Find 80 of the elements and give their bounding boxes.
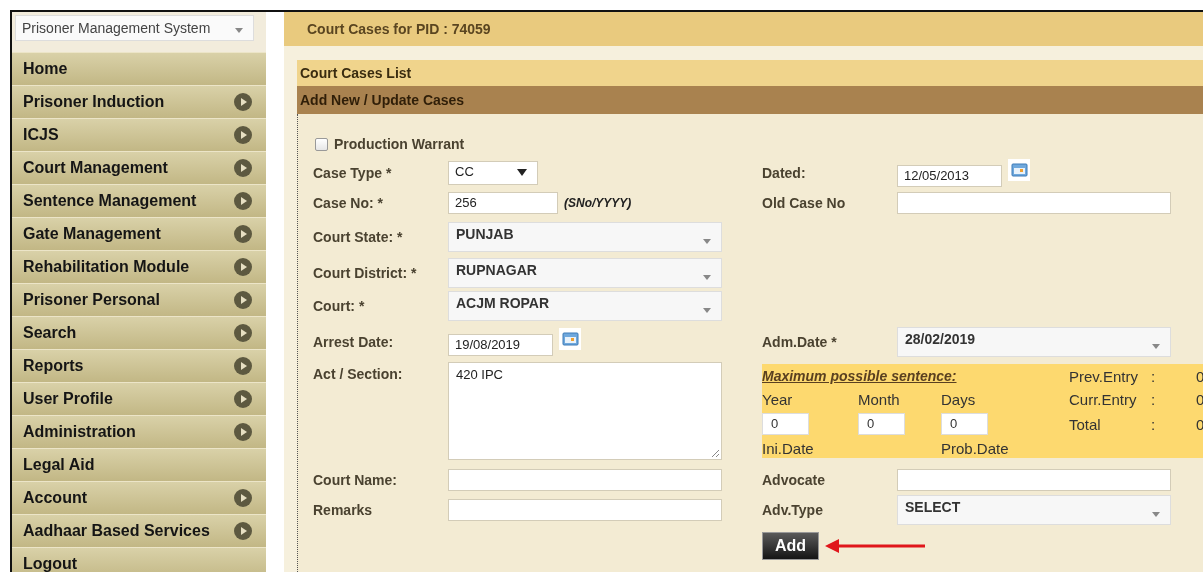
text-field[interactable]: [448, 499, 722, 521]
entry-label: Total: [1069, 415, 1102, 433]
menu-item[interactable]: Legal Aid: [12, 448, 266, 481]
sentence-title: Maximum possible sentence:: [762, 368, 958, 384]
caret-icon: [235, 28, 243, 33]
field-label: Old Case No: [762, 195, 847, 211]
field-label: Court: *: [313, 297, 366, 314]
entry-label: Prev.Entry: [1069, 367, 1139, 385]
select-field[interactable]: ACJM ROPAR: [448, 290, 722, 321]
menu-item[interactable]: Home: [12, 52, 266, 85]
caret-icon: [1152, 512, 1160, 517]
text-field[interactable]: [897, 469, 1171, 491]
date-label: Prob.Date: [941, 439, 1010, 457]
add-button[interactable]: Add: [762, 532, 819, 560]
entry-value: 0: [1196, 390, 1203, 408]
field-label: Adm.Date *: [762, 334, 838, 350]
menu-item[interactable]: User Profile: [12, 382, 266, 415]
field-label: Adv.Type: [762, 502, 824, 518]
menu-item[interactable]: Rehabilitation Module: [12, 250, 266, 283]
menu-item[interactable]: Prisoner Personal: [12, 283, 266, 316]
menu-item[interactable]: Prisoner Induction: [12, 85, 266, 118]
date-field[interactable]: 19/08/2019: [448, 334, 553, 356]
entry-separator: :: [1151, 367, 1157, 385]
duration-field[interactable]: 0: [858, 413, 905, 435]
select-field[interactable]: SELECT: [897, 495, 1171, 525]
field-label: Court District: *: [313, 264, 418, 281]
format-hint: (SNo/YYYY): [564, 196, 632, 210]
case-type-dropdown[interactable]: CC: [448, 160, 538, 185]
caret-icon: [517, 168, 527, 176]
date-label: Ini.Date: [762, 439, 815, 457]
entry-value: 0: [1196, 367, 1203, 385]
checkbox[interactable]: [315, 137, 328, 151]
text-field[interactable]: [897, 192, 1171, 214]
date-field[interactable]: 12/05/2013: [897, 164, 1002, 187]
duration-label: Year: [762, 390, 794, 408]
caret-icon: [703, 307, 711, 313]
system-dropdown[interactable]: Prisoner Management System: [15, 15, 254, 41]
select-field[interactable]: 28/02/2019: [897, 327, 1171, 357]
text-field[interactable]: [448, 469, 722, 491]
menu-item[interactable]: Aadhaar Based Services: [12, 514, 266, 547]
duration-field[interactable]: 0: [762, 413, 809, 435]
field-label: Act / Section:: [313, 365, 404, 382]
caret-icon: [703, 239, 711, 244]
section-header[interactable]: Court Cases List: [297, 60, 1203, 86]
menu-item[interactable]: Search: [12, 316, 266, 349]
text-field[interactable]: 256: [448, 192, 558, 214]
entry-label: Curr.Entry: [1069, 390, 1138, 408]
field-label: Case No: *: [313, 195, 385, 211]
caret-icon: [703, 274, 711, 280]
entry-separator: :: [1151, 390, 1157, 408]
duration-label: Month: [858, 390, 901, 408]
field-label: Dated:: [762, 164, 807, 181]
text-area[interactable]: 420 IPC: [448, 362, 722, 460]
field-label: Arrest Date:: [313, 334, 395, 350]
calendar-icon[interactable]: [1008, 158, 1030, 181]
field-label: Case Type *: [313, 164, 393, 181]
field-label: Advocate: [762, 472, 827, 488]
entry-separator: :: [1151, 415, 1157, 433]
menu-item[interactable]: Administration: [12, 415, 266, 448]
field-label: Court State: *: [313, 229, 404, 245]
menu-item[interactable]: Reports: [12, 349, 266, 382]
field-label: Remarks: [313, 502, 374, 518]
field-label: Court Name:: [313, 472, 398, 488]
menu-item[interactable]: Account: [12, 481, 266, 514]
menu-item[interactable]: ICJS: [12, 118, 266, 151]
menu-item[interactable]: Court Management: [12, 151, 266, 184]
select-field[interactable]: RUPNAGAR: [448, 257, 722, 288]
duration-field[interactable]: 0: [941, 413, 988, 435]
section-header[interactable]: Add New / Update Cases: [297, 86, 1203, 114]
page-title: Court Cases for PID : 74059: [284, 12, 1203, 46]
select-field[interactable]: PUNJAB: [448, 222, 722, 252]
entry-value: 0: [1196, 415, 1203, 433]
resize-grip-icon: [710, 448, 720, 458]
checkbox-label: Production Warrant: [334, 136, 465, 152]
duration-label: Days: [941, 390, 977, 408]
caret-icon: [1152, 344, 1160, 349]
menu-item[interactable]: Gate Management: [12, 217, 266, 250]
calendar-icon[interactable]: [559, 328, 581, 350]
menu-item[interactable]: Logout: [12, 547, 266, 572]
menu-item[interactable]: Sentence Management: [12, 184, 266, 217]
